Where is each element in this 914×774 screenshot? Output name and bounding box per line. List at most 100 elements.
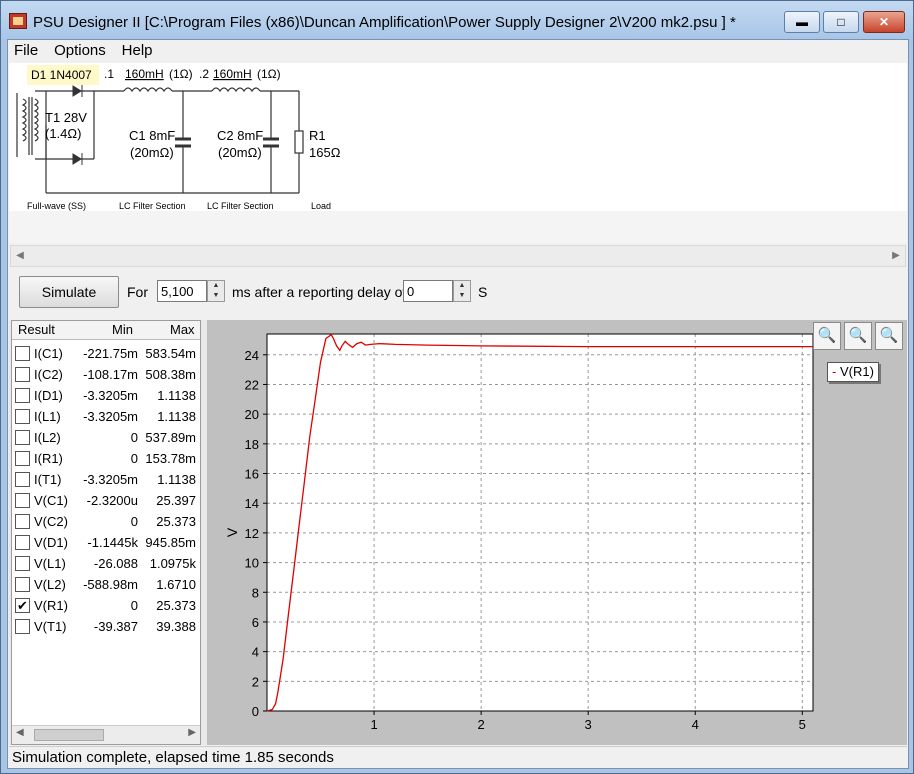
result-checkbox[interactable] [15, 556, 30, 571]
table-row[interactable]: ✔ V(R1) 0 25.373 [12, 595, 200, 616]
header-result[interactable]: Result [18, 322, 55, 337]
result-checkbox[interactable] [15, 367, 30, 382]
menu-bar: File Options Help [8, 40, 908, 62]
zoom-in-button[interactable]: 🔍 [813, 322, 841, 350]
schematic-scrollbar[interactable]: ◀ ▶ [10, 245, 906, 267]
close-icon: ✕ [878, 15, 890, 29]
menu-file[interactable]: File [8, 40, 44, 62]
simulation-toolbar: Simulate For ▲ ▼ ms after a reporting de… [9, 270, 907, 318]
plot-background [267, 334, 813, 711]
scroll-thumb[interactable] [34, 729, 104, 741]
legend-line-icon: - [832, 364, 837, 379]
table-row[interactable]: I(L1) -3.3205m 1.1138 [12, 406, 200, 427]
table-row[interactable]: V(L2) -588.98m 1.6710 [12, 574, 200, 595]
y-tick-label: 0 [252, 704, 259, 719]
minimize-button[interactable]: ▬ [784, 11, 820, 33]
section-lc1: LC Filter Section [119, 201, 186, 211]
node1-label: .1 [104, 67, 114, 81]
table-row[interactable]: I(T1) -3.3205m 1.1138 [12, 469, 200, 490]
close-button[interactable]: ✕ [863, 11, 905, 33]
results-list[interactable]: Result Min Max I(C1) -221.75m 583.54m I(C2)… [11, 320, 201, 745]
result-checkbox[interactable] [15, 430, 30, 445]
result-checkbox[interactable] [15, 577, 30, 592]
result-checkbox[interactable] [15, 409, 30, 424]
header-max[interactable]: Max [170, 322, 195, 337]
y-axis-label: V [224, 527, 240, 537]
spin-down-icon[interactable]: ▼ [454, 291, 470, 301]
table-row[interactable]: I(C2) -108.17m 508.38m [12, 364, 200, 385]
legend-label: V(R1) [839, 364, 874, 379]
results-scrollbar[interactable]: ◀ ▶ [12, 725, 200, 744]
result-checkbox[interactable] [15, 388, 30, 403]
table-row[interactable]: V(C2) 0 25.373 [12, 511, 200, 532]
result-checkbox[interactable]: ✔ [15, 598, 30, 613]
scroll-right-icon[interactable]: ▶ [887, 246, 905, 266]
result-max: 508.38m [145, 367, 196, 382]
ms-delay-label: ms after a reporting delay of [232, 284, 407, 300]
seconds-label: S [478, 284, 488, 300]
result-name: I(L1) [34, 409, 61, 424]
result-name: V(C1) [34, 493, 68, 508]
scroll-left-icon[interactable]: ◀ [11, 246, 29, 266]
result-checkbox[interactable] [15, 472, 30, 487]
c2r-label: (20mΩ) [218, 145, 262, 160]
result-min: -3.3205m [83, 472, 138, 487]
menu-help[interactable]: Help [116, 40, 159, 62]
l1-label: 160mH [125, 67, 164, 81]
x-tick-label: 5 [799, 717, 806, 732]
zoom-in-icon: 🔍 [817, 327, 837, 344]
spin-down-icon[interactable]: ▼ [208, 291, 224, 301]
result-name: I(C1) [34, 346, 63, 361]
spin-up-icon[interactable]: ▲ [208, 281, 224, 291]
result-max: 583.54m [145, 346, 196, 361]
y-tick-label: 24 [245, 348, 259, 363]
result-min: -2.3200u [86, 493, 138, 508]
result-max: 25.397 [156, 493, 196, 508]
table-row[interactable]: V(C1) -2.3200u 25.397 [12, 490, 200, 511]
result-checkbox[interactable] [15, 619, 30, 634]
results-header: Result Min Max [12, 321, 200, 340]
scroll-left-icon[interactable]: ◀ [16, 727, 24, 738]
table-row[interactable]: I(R1) 0 153.78m [12, 448, 200, 469]
table-row[interactable]: V(L1) -26.088 1.0975k [12, 553, 200, 574]
maximize-button[interactable]: □ [823, 11, 859, 33]
table-row[interactable]: I(D1) -3.3205m 1.1138 [12, 385, 200, 406]
delay-spinner[interactable]: ▲ ▼ [453, 280, 471, 302]
spin-up-icon[interactable]: ▲ [454, 281, 470, 291]
maximize-icon: □ [837, 15, 845, 29]
result-max: 1.1138 [157, 472, 196, 487]
table-row[interactable]: I(L2) 0 537.89m [12, 427, 200, 448]
result-checkbox[interactable] [15, 493, 30, 508]
menu-options[interactable]: Options [48, 40, 112, 62]
result-min: -1.1445k [87, 535, 138, 550]
result-min: -3.3205m [83, 409, 138, 424]
x-tick-label: 2 [478, 717, 485, 732]
result-max: 1.0975k [149, 556, 196, 571]
simulate-button[interactable]: Simulate [19, 276, 119, 308]
result-checkbox[interactable] [15, 451, 30, 466]
result-name: I(T1) [34, 472, 62, 487]
table-row[interactable]: I(C1) -221.75m 583.54m [12, 343, 200, 364]
header-min[interactable]: Min [112, 322, 133, 337]
scroll-right-icon[interactable]: ▶ [188, 727, 196, 738]
title-bar[interactable]: PSU Designer II [C:\Program Files (x86)\… [1, 1, 913, 39]
table-row[interactable]: V(D1) -1.1445k 945.85m [12, 532, 200, 553]
result-name: I(C2) [34, 367, 63, 382]
r1v-label: 165Ω [309, 145, 341, 160]
result-checkbox[interactable] [15, 535, 30, 550]
duration-spinner[interactable]: ▲ ▼ [207, 280, 225, 302]
y-tick-label: 2 [252, 674, 259, 689]
result-checkbox[interactable] [15, 346, 30, 361]
delay-input[interactable] [403, 280, 453, 302]
y-tick-label: 18 [245, 437, 259, 452]
duration-input[interactable] [157, 280, 207, 302]
table-row[interactable]: V(T1) -39.387 39.388 [12, 616, 200, 637]
schematic-view[interactable]: D1 1N4007 T1 28V (1.4Ω) .1 160mH (1Ω) .2… [9, 63, 907, 211]
zoom-out-button[interactable]: 🔍 [844, 322, 872, 350]
plot-area[interactable]: 🔍 🔍 🔍 0 2 4 6 8 10 12 14 16 18 20 22 24 1 2 3 4 5 V - V(R1… [207, 320, 907, 745]
window-title: PSU Designer II [C:\Program Files (x86)\… [33, 14, 736, 31]
result-checkbox[interactable] [15, 514, 30, 529]
voltage-chart: 0246810121416182022241 2 3 4 5V [224, 333, 814, 732]
zoom-reset-button[interactable]: 🔍 [875, 322, 903, 350]
for-label: For [127, 284, 148, 300]
